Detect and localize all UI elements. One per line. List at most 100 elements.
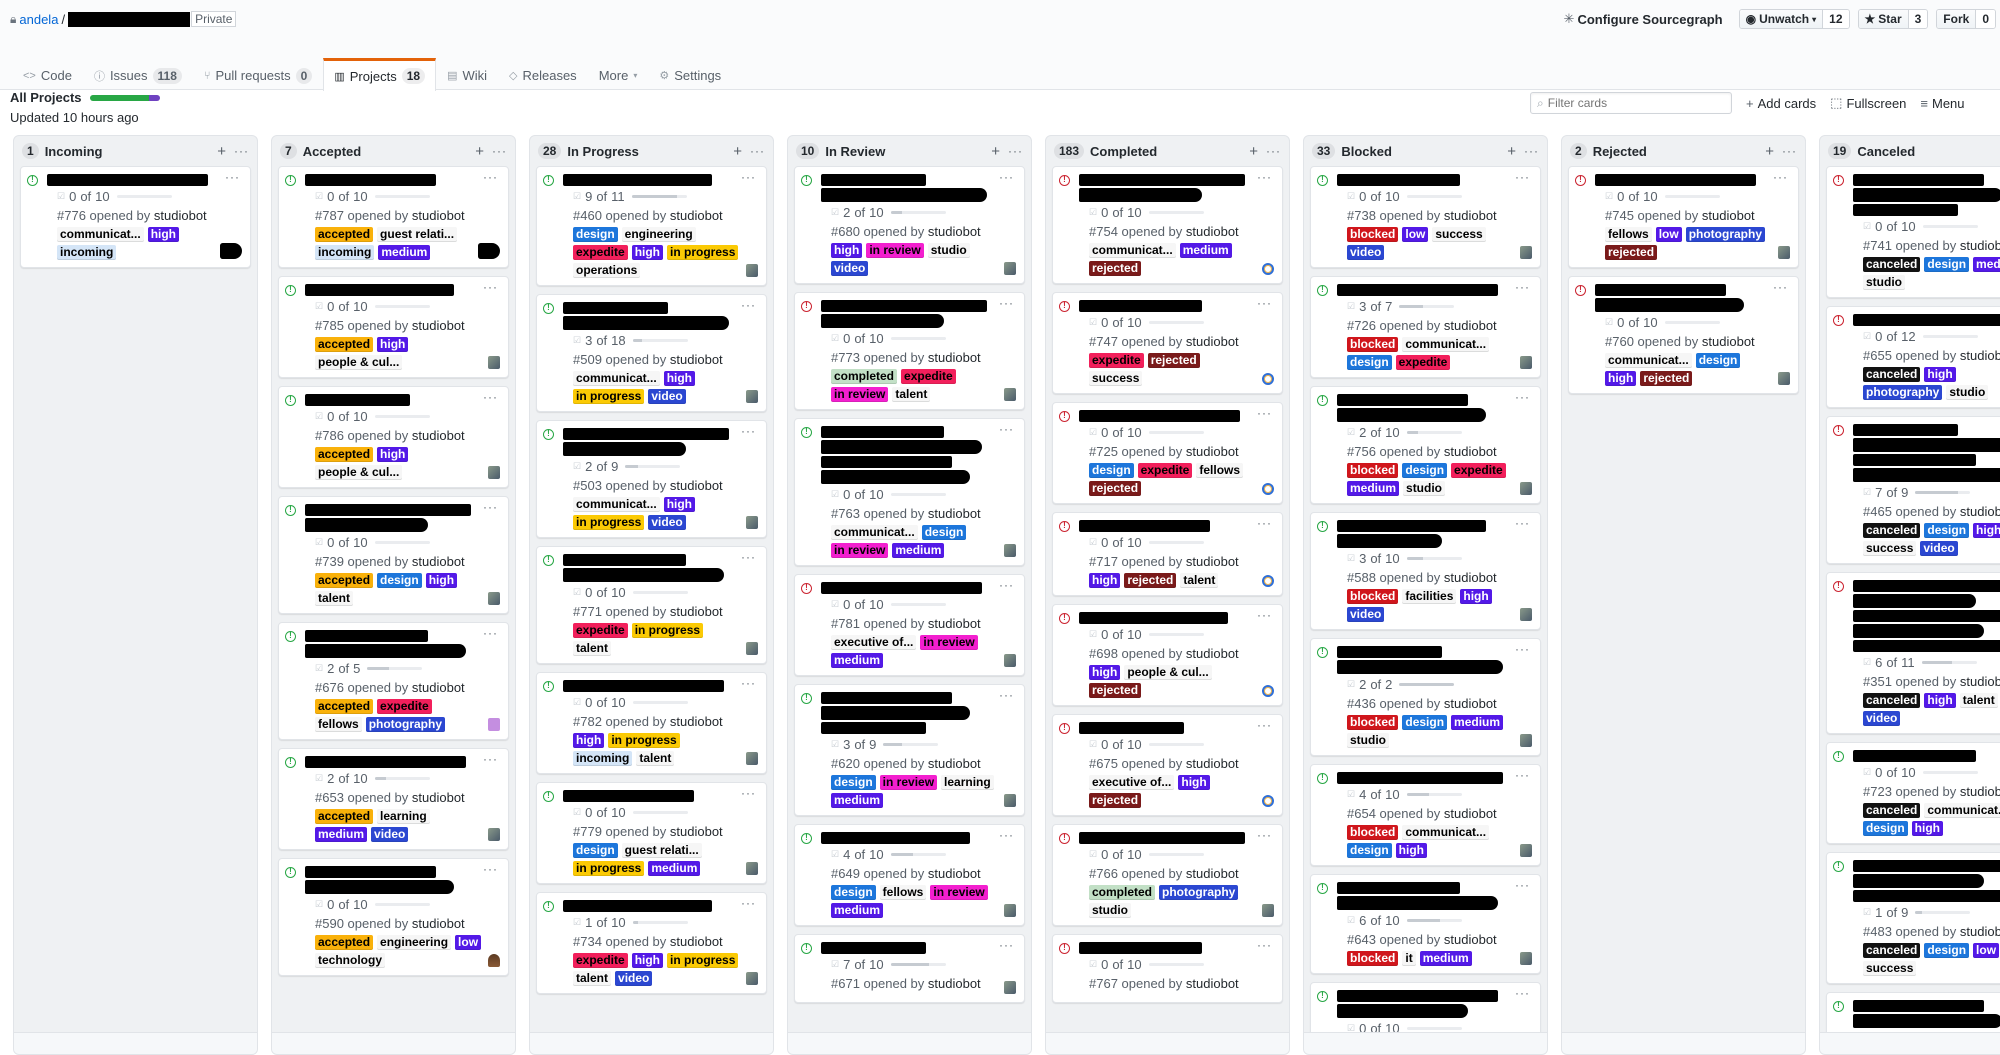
redacted-issue-title[interactable] bbox=[1079, 174, 1274, 202]
issue-label[interactable]: communicat... bbox=[1605, 353, 1692, 368]
tab-settings[interactable]: ⚙ Settings bbox=[648, 60, 732, 90]
star-button[interactable]: ★ Star bbox=[1858, 10, 1909, 28]
issue-author[interactable]: studiobot bbox=[1960, 924, 2000, 939]
issue-label[interactable]: people & cul... bbox=[315, 465, 403, 480]
redacted-issue-title[interactable] bbox=[821, 582, 1016, 594]
card-menu-icon[interactable]: ··· bbox=[1515, 170, 1530, 184]
issue-label[interactable]: rejected bbox=[1089, 683, 1142, 698]
redacted-issue-title[interactable] bbox=[305, 174, 500, 186]
issue-label[interactable]: rejected bbox=[1124, 573, 1177, 588]
issue-card[interactable]: ! ··· ☑ 0 of 10 #675 opened by studiobot execut… bbox=[1052, 714, 1283, 816]
issue-author[interactable]: studiobot bbox=[928, 350, 981, 365]
issue-card[interactable]: !···☑0of10#723 opened by studiobotcancel… bbox=[1826, 742, 2000, 844]
issue-author[interactable]: studiobot bbox=[1960, 504, 2000, 519]
issue-label[interactable]: incoming bbox=[573, 751, 633, 766]
issue-label[interactable]: high bbox=[573, 733, 605, 748]
issue-author[interactable]: studiobot bbox=[1186, 976, 1239, 991]
redacted-issue-title[interactable] bbox=[1337, 174, 1532, 186]
issue-label[interactable]: high bbox=[1605, 371, 1637, 386]
issue-label[interactable]: learning bbox=[377, 809, 430, 824]
issue-card[interactable]: ! ··· ☑ 0 of 10 #763 opened by studiobot commun… bbox=[794, 418, 1025, 566]
bot-avatar-icon[interactable] bbox=[1262, 483, 1274, 495]
issue-label[interactable]: design bbox=[1695, 353, 1741, 368]
issue-label[interactable]: studio bbox=[1946, 385, 1989, 400]
issue-label[interactable]: blocked bbox=[1347, 227, 1399, 242]
redacted-issue-title[interactable] bbox=[305, 394, 500, 406]
issue-label[interactable]: facilities bbox=[1402, 589, 1457, 604]
issue-author[interactable]: studiobot bbox=[1960, 674, 2000, 689]
card-menu-icon[interactable]: ··· bbox=[741, 676, 756, 690]
add-card-to-column-icon[interactable]: + bbox=[1507, 143, 1516, 160]
issue-label[interactable]: low bbox=[1973, 943, 2000, 958]
issue-label[interactable]: high bbox=[1924, 693, 1956, 708]
issue-label[interactable]: studio bbox=[1089, 903, 1131, 918]
issue-label[interactable]: high bbox=[377, 337, 409, 352]
issue-author[interactable]: studiobot bbox=[928, 976, 981, 991]
issue-label[interactable]: canceled bbox=[1863, 943, 1921, 958]
issue-label[interactable]: blocked bbox=[1347, 589, 1399, 604]
issue-author[interactable]: studiobot bbox=[1444, 932, 1497, 947]
issue-card[interactable]: ! ··· ☑ 0 of 10 #745 opened by studiobot fellow… bbox=[1568, 166, 1799, 268]
redacted-issue-title[interactable] bbox=[563, 302, 758, 330]
issue-number[interactable]: #785 bbox=[315, 318, 344, 333]
redacted-issue-title[interactable] bbox=[1337, 882, 1532, 910]
card-menu-icon[interactable]: ··· bbox=[741, 298, 756, 312]
issue-number[interactable]: #766 bbox=[1089, 866, 1118, 881]
assignee-avatar[interactable] bbox=[488, 828, 500, 841]
assignee-avatar[interactable] bbox=[746, 642, 758, 655]
redacted-issue-title[interactable] bbox=[305, 756, 500, 768]
column-menu-icon[interactable]: ··· bbox=[1782, 144, 1797, 158]
issue-label[interactable]: canceled bbox=[1863, 367, 1921, 382]
issue-label[interactable]: high bbox=[663, 371, 696, 386]
issue-card[interactable]: ! ··· ☑ 0 of 10 #786 opened by studiobot accept… bbox=[278, 386, 509, 488]
redacted-issue-title[interactable] bbox=[1079, 722, 1274, 734]
issue-card[interactable]: ! ··· ☑ 4 of 10 #654 opened by studiobot blocke… bbox=[1310, 764, 1541, 866]
issue-label[interactable]: success bbox=[1863, 541, 1917, 556]
issue-label[interactable]: rejected bbox=[1089, 793, 1142, 808]
issue-author[interactable]: studiobot bbox=[928, 506, 981, 521]
card-menu-icon[interactable]: ··· bbox=[999, 938, 1014, 952]
stargazers-count[interactable]: 3 bbox=[1908, 10, 1928, 28]
issue-label[interactable]: design bbox=[1924, 257, 1970, 272]
issue-number[interactable]: #763 bbox=[831, 506, 860, 521]
issue-number[interactable]: #671 bbox=[831, 976, 860, 991]
issue-author[interactable]: studiobot bbox=[1444, 806, 1497, 821]
issue-label[interactable]: accepted bbox=[315, 573, 374, 588]
issue-label[interactable]: medium bbox=[831, 903, 884, 918]
card-menu-icon[interactable]: ··· bbox=[999, 578, 1014, 592]
issue-label[interactable]: expedite bbox=[573, 245, 628, 260]
issue-number[interactable]: #717 bbox=[1089, 554, 1118, 569]
card-menu-icon[interactable]: ··· bbox=[999, 828, 1014, 842]
issue-label[interactable]: rejected bbox=[1605, 245, 1658, 260]
configure-sourcegraph-link[interactable]: ✳ Configure Sourcegraph bbox=[1564, 11, 1723, 27]
issue-label[interactable]: design bbox=[1924, 523, 1970, 538]
redacted-issue-title[interactable] bbox=[1853, 174, 2000, 216]
issue-label[interactable]: incoming bbox=[57, 245, 117, 260]
bot-avatar-icon[interactable] bbox=[1262, 795, 1274, 807]
issue-author[interactable]: studiobot bbox=[1960, 784, 2000, 799]
issue-label[interactable]: expedite bbox=[1089, 353, 1144, 368]
card-menu-icon[interactable]: ··· bbox=[999, 688, 1014, 702]
issue-label[interactable]: in progress bbox=[631, 623, 704, 638]
issue-number[interactable]: #745 bbox=[1605, 208, 1634, 223]
redacted-issue-title[interactable] bbox=[1337, 646, 1532, 674]
issue-number[interactable]: #726 bbox=[1347, 318, 1376, 333]
issue-card[interactable]: !···☑7of9#465 opened by studiobotcancele… bbox=[1826, 416, 2000, 564]
issue-label[interactable]: medium bbox=[1973, 257, 2000, 272]
issue-card[interactable]: ! ··· ☑ 0 of 10 #760 opened by studiobot commun… bbox=[1568, 276, 1799, 394]
issue-number[interactable]: #460 bbox=[573, 208, 602, 223]
assignee-avatar[interactable] bbox=[1520, 356, 1532, 369]
issue-label[interactable]: video bbox=[1347, 245, 1385, 260]
issue-label[interactable]: rejected bbox=[1089, 481, 1142, 496]
issue-label[interactable]: in progress bbox=[608, 733, 680, 748]
issue-number[interactable]: #465 bbox=[1863, 504, 1892, 519]
issue-card[interactable]: ! ··· ☑ 0 of 10 #781 opened by studiobot execut… bbox=[794, 574, 1025, 676]
add-card-to-column-icon[interactable]: + bbox=[1765, 143, 1774, 160]
add-cards-button[interactable]: + Add cards bbox=[1746, 96, 1816, 111]
card-menu-icon[interactable]: ··· bbox=[999, 422, 1014, 436]
redacted-issue-title[interactable] bbox=[563, 174, 758, 186]
issue-label[interactable]: accepted bbox=[315, 227, 374, 242]
issue-card[interactable]: ! ··· ☑ 3 of 7 #726 opened by studiobot blocked… bbox=[1310, 276, 1541, 378]
issue-label[interactable]: talent bbox=[1180, 573, 1219, 588]
assignee-avatar[interactable] bbox=[746, 862, 758, 875]
